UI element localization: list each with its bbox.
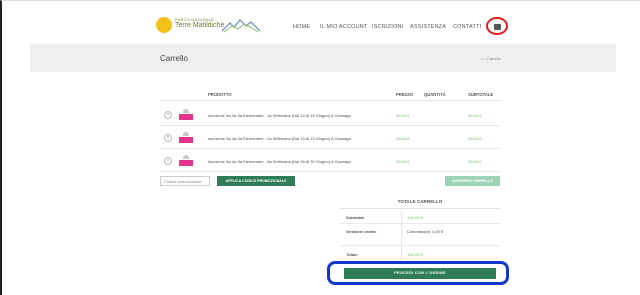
- nav-my-account[interactable]: IL MIO ACCOUNT: [320, 24, 368, 30]
- product-price: 35,00 €: [396, 159, 410, 164]
- subtotal-value: 105,00 €: [407, 215, 423, 220]
- logo-title: Terre Matildiche: [175, 22, 225, 29]
- remove-item-icon[interactable]: ×: [164, 111, 172, 119]
- product-subtotal: 35,00 €: [468, 136, 482, 141]
- cart-table-header: PRODOTTO PREZZO QUANTITÀ SUBTOTALE: [160, 87, 500, 101]
- update-cart-button[interactable]: AGGIORNA CARRELLO: [445, 176, 500, 186]
- site-header: PARCO NATURALE Terre Matildiche HOME IL …: [2, 1, 640, 45]
- table-row: × Iscrizione 3a-4a-5a Elementare - 3a Se…: [160, 150, 500, 172]
- product-thumbnail[interactable]: [179, 155, 193, 167]
- column-price: PREZZO: [396, 92, 413, 97]
- page-title-bar: Carrello ⌂ › Carrello: [30, 44, 616, 72]
- product-name[interactable]: Iscrizione 3a-4a-5a Elementare - 3a Sett…: [208, 159, 351, 164]
- mountains-logo-icon: [222, 19, 260, 33]
- cart-highlight-circle[interactable]: [486, 17, 508, 35]
- site-logo[interactable]: PARCO NATURALE Terre Matildiche: [156, 15, 260, 37]
- checkout-highlight-outline: [327, 261, 509, 285]
- remove-item-icon[interactable]: ×: [164, 157, 172, 165]
- sun-logo-icon: [156, 17, 172, 33]
- total-value: 109,00 €: [407, 252, 423, 257]
- product-thumbnail[interactable]: [179, 109, 193, 121]
- fee-value: Commissioni: 4,00 €: [407, 229, 444, 234]
- nav-home[interactable]: HOME: [293, 24, 310, 30]
- product-name[interactable]: Iscrizione 3a-4a-5a Elementare - 1a Sett…: [208, 113, 351, 118]
- product-subtotal: 35,00 €: [468, 159, 482, 164]
- product-name[interactable]: Iscrizione 3a-4a-5a Elementare - 2a Sett…: [208, 136, 351, 141]
- breadcrumb[interactable]: ⌂ › Carrello: [481, 56, 501, 61]
- column-subtotal: SUBTOTALE: [468, 92, 494, 97]
- totals-row-total: Totale 109,00 €: [339, 246, 501, 262]
- cart-icon[interactable]: [494, 24, 501, 30]
- total-label: Totale: [346, 252, 358, 257]
- subtotal-label: Subtotale: [346, 215, 365, 220]
- totals-row-fee: Gestione ordine Commissioni: 4,00 €: [339, 224, 501, 246]
- remove-item-icon[interactable]: ×: [164, 134, 172, 142]
- page-title: Carrello: [160, 54, 189, 63]
- column-product: PRODOTTO: [208, 92, 232, 97]
- column-quantity: QUANTITÀ: [424, 92, 446, 97]
- table-row: × Iscrizione 3a-4a-5a Elementare - 1a Se…: [160, 104, 500, 126]
- totals-row-subtotal: Subtotale 105,00 €: [339, 211, 501, 224]
- cart-totals-title: TOTALE CARRELLO: [339, 195, 501, 209]
- coupon-code-input[interactable]: Codice promozionale: [160, 176, 210, 186]
- apply-coupon-button[interactable]: APPLICA CODICE PROMOZIONALE: [217, 176, 295, 186]
- browser-frame: PARCO NATURALE Terre Matildiche HOME IL …: [0, 0, 640, 295]
- nav-assistenza[interactable]: ASSISTENZA: [410, 24, 446, 30]
- coupon-row: Codice promozionale APPLICA CODICE PROMO…: [160, 175, 500, 189]
- fee-label: Gestione ordine: [346, 229, 377, 234]
- product-price: 35,00 €: [396, 113, 410, 118]
- product-thumbnail[interactable]: [179, 132, 193, 144]
- table-row: × Iscrizione 3a-4a-5a Elementare - 2a Se…: [160, 127, 500, 149]
- product-subtotal: 35,00 €: [468, 113, 482, 118]
- product-price: 35,00 €: [396, 136, 410, 141]
- nav-contatti[interactable]: CONTATTI: [453, 24, 481, 30]
- nav-iscrizioni[interactable]: ISCRIZIONI: [372, 24, 403, 30]
